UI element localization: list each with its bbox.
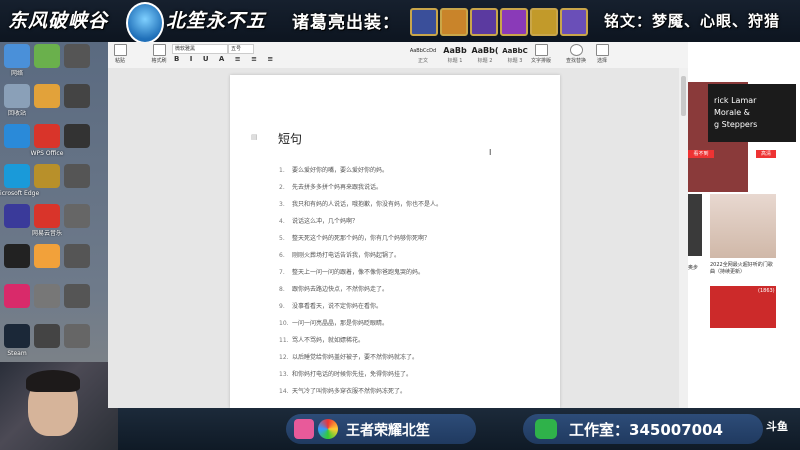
style-heading-3[interactable]: AaBbC 标题 3	[500, 45, 530, 65]
line-number: 8.	[279, 286, 285, 293]
thumbnail-small[interactable]	[688, 194, 702, 256]
line-number: 6.	[279, 252, 285, 259]
style-normal[interactable]: AaBbCcDd 正文	[408, 45, 438, 65]
paragraph-handle-icon[interactable]: ▤	[251, 133, 258, 141]
text-layout-button[interactable]: 文字排版	[528, 44, 554, 64]
equip-icon	[500, 8, 528, 36]
line-number: 1.	[279, 167, 285, 174]
app-icon	[64, 44, 90, 68]
banner-mid-text: 北笙永不五	[166, 10, 267, 32]
desktop-icon[interactable]	[52, 124, 102, 150]
desktop-icon[interactable]	[52, 164, 102, 190]
equip-icon	[560, 8, 588, 36]
app-icon	[64, 124, 90, 148]
brush-icon	[152, 44, 166, 56]
document-line[interactable]: 8. 跟你妈去路边快点，不然你妈走了。	[279, 284, 388, 293]
equip-text: 诸葛亮出装：	[292, 13, 400, 33]
browser-panel: rick Lamar Morale & g Steppers 看不到 高清 奥步…	[688, 42, 800, 408]
find-replace-button[interactable]: 查找替换	[563, 44, 589, 64]
line-number: 5.	[279, 235, 285, 242]
paste-button[interactable]: 粘贴	[112, 44, 128, 64]
desktop-icon[interactable]	[52, 84, 102, 110]
line-number: 2.	[279, 184, 285, 191]
document-line[interactable]: 13. 和你妈打电话的时候你先挂，免得你妈挂了。	[279, 369, 412, 378]
video-caption[interactable]: 2022全网最火超好听的门歌曲（持续更新）	[710, 262, 776, 276]
app-name: 王者荣耀北笙	[346, 423, 430, 439]
document-line[interactable]: 4. 说话这么冲，几个妈啊？	[279, 216, 358, 225]
desktop-icon[interactable]	[52, 284, 102, 310]
app-icon	[64, 84, 90, 108]
line-number: 4.	[279, 218, 285, 225]
thumbnail-girl[interactable]	[710, 194, 776, 258]
streamer-hair	[26, 370, 80, 392]
document-line[interactable]: 10. 一问一问亮晶晶，那是你妈眨眼睛。	[279, 318, 388, 327]
rune-text: 铭文：梦魇、心眼、狩猎	[604, 12, 781, 30]
style-heading-1[interactable]: AaBb 标题 1	[440, 45, 470, 65]
editor-ribbon: 粘贴 格式刷 微软雅黑 五号 B I U A ≡ ≡ ≡ AaBbCcDd 正文 …	[108, 42, 688, 69]
layout-icon	[534, 44, 548, 56]
desktop-icon[interactable]	[52, 324, 102, 350]
desktop-icon[interactable]	[52, 44, 102, 70]
font-size-select[interactable]: 五号	[228, 44, 254, 54]
webcam-overlay	[0, 362, 118, 450]
line-number: 12.	[279, 354, 289, 361]
text-cursor-icon: I	[489, 148, 492, 157]
banner-left-text: 东风破峡谷	[8, 10, 109, 32]
document-line[interactable]: 3. 我只和有妈的人说话，哦抱歉，你没有妈，你也不是人。	[279, 199, 442, 208]
equip-icon	[410, 8, 438, 36]
tag-badge: 看不到	[688, 150, 714, 158]
document-scrollbar[interactable]	[679, 68, 688, 408]
document-line[interactable]: 11. 骂人不骂妈，就如嫖稀花。	[279, 335, 364, 344]
line-number: 13.	[279, 371, 289, 378]
desktop-icon[interactable]	[52, 244, 102, 270]
format-painter-button[interactable]: 格式刷	[150, 44, 168, 64]
game-logo-icon	[318, 419, 338, 439]
app-icon	[64, 284, 90, 308]
stream-banner: 东风破峡谷 北笙永不五 诸葛亮出装： 铭文：梦魇、心眼、狩猎	[0, 0, 800, 42]
app-icon	[64, 244, 90, 268]
document-title: 短句	[278, 132, 303, 146]
cursor-icon	[595, 44, 609, 56]
line-number: 7.	[279, 269, 285, 276]
hd-badge: 高清	[756, 150, 776, 158]
style-heading-2[interactable]: AaBb(标题 2	[470, 45, 500, 65]
mascot-avatar	[126, 2, 164, 42]
stream-footer: 王者荣耀北笙 工作室：345007004 斗鱼	[118, 408, 800, 450]
line-number: 11.	[279, 337, 289, 344]
studio-pill: 工作室：345007004	[523, 414, 763, 444]
studio-contact: 工作室：345007004	[569, 421, 723, 439]
paste-icon	[113, 44, 127, 56]
document-line[interactable]: 14. 天气冷了叫你妈多穿衣服不然你妈冻死了。	[279, 386, 406, 395]
line-number: 14.	[279, 388, 289, 395]
app-icon	[64, 204, 90, 228]
document-line[interactable]: 5. 整天死这个妈的死那个妈的，你有几个妈够你死啊？	[279, 233, 430, 242]
font-name-select[interactable]: 微软雅黑	[172, 44, 228, 54]
equip-icon	[530, 8, 558, 36]
document-line[interactable]: 1. 要么爱好你的嘴，要么爱好你的妈。	[279, 165, 388, 174]
line-number: 10.	[279, 320, 289, 327]
select-button[interactable]: 选择	[593, 44, 611, 64]
wechat-icon	[535, 419, 557, 439]
document-line[interactable]: 7. 整天上一问一问的跟着，像不像你爸跑鬼哭的妈。	[279, 267, 424, 276]
platform-logo: 斗鱼	[766, 420, 788, 433]
scrollbar-thumb[interactable]	[681, 76, 686, 116]
app-logo-icon	[294, 419, 314, 439]
line-number: 3.	[279, 201, 285, 208]
app-icon	[64, 324, 90, 348]
equip-icon	[470, 8, 498, 36]
document-line[interactable]: 6. 刚刚火葬场打电话告诉我，你妈起锅了。	[279, 250, 400, 259]
app-pill: 王者荣耀北笙	[286, 414, 476, 444]
app-icon	[64, 164, 90, 188]
document-line[interactable]: 2. 先去拼多多拼个妈再来跟我说话。	[279, 182, 382, 191]
document-line[interactable]: 9. 没事看看天，说不定你妈在看你。	[279, 301, 382, 310]
equip-icon	[440, 8, 468, 36]
document-line[interactable]: 12. 以后睡觉给你妈盖好被子，要不然你妈就冻了。	[279, 352, 418, 361]
search-icon	[569, 44, 583, 56]
album-card[interactable]: rick Lamar Morale & g Steppers	[708, 84, 796, 142]
line-number: 9.	[279, 303, 285, 310]
desktop-icon[interactable]	[52, 204, 102, 230]
text-format-buttons[interactable]: B I U A ≡ ≡ ≡	[174, 55, 277, 63]
